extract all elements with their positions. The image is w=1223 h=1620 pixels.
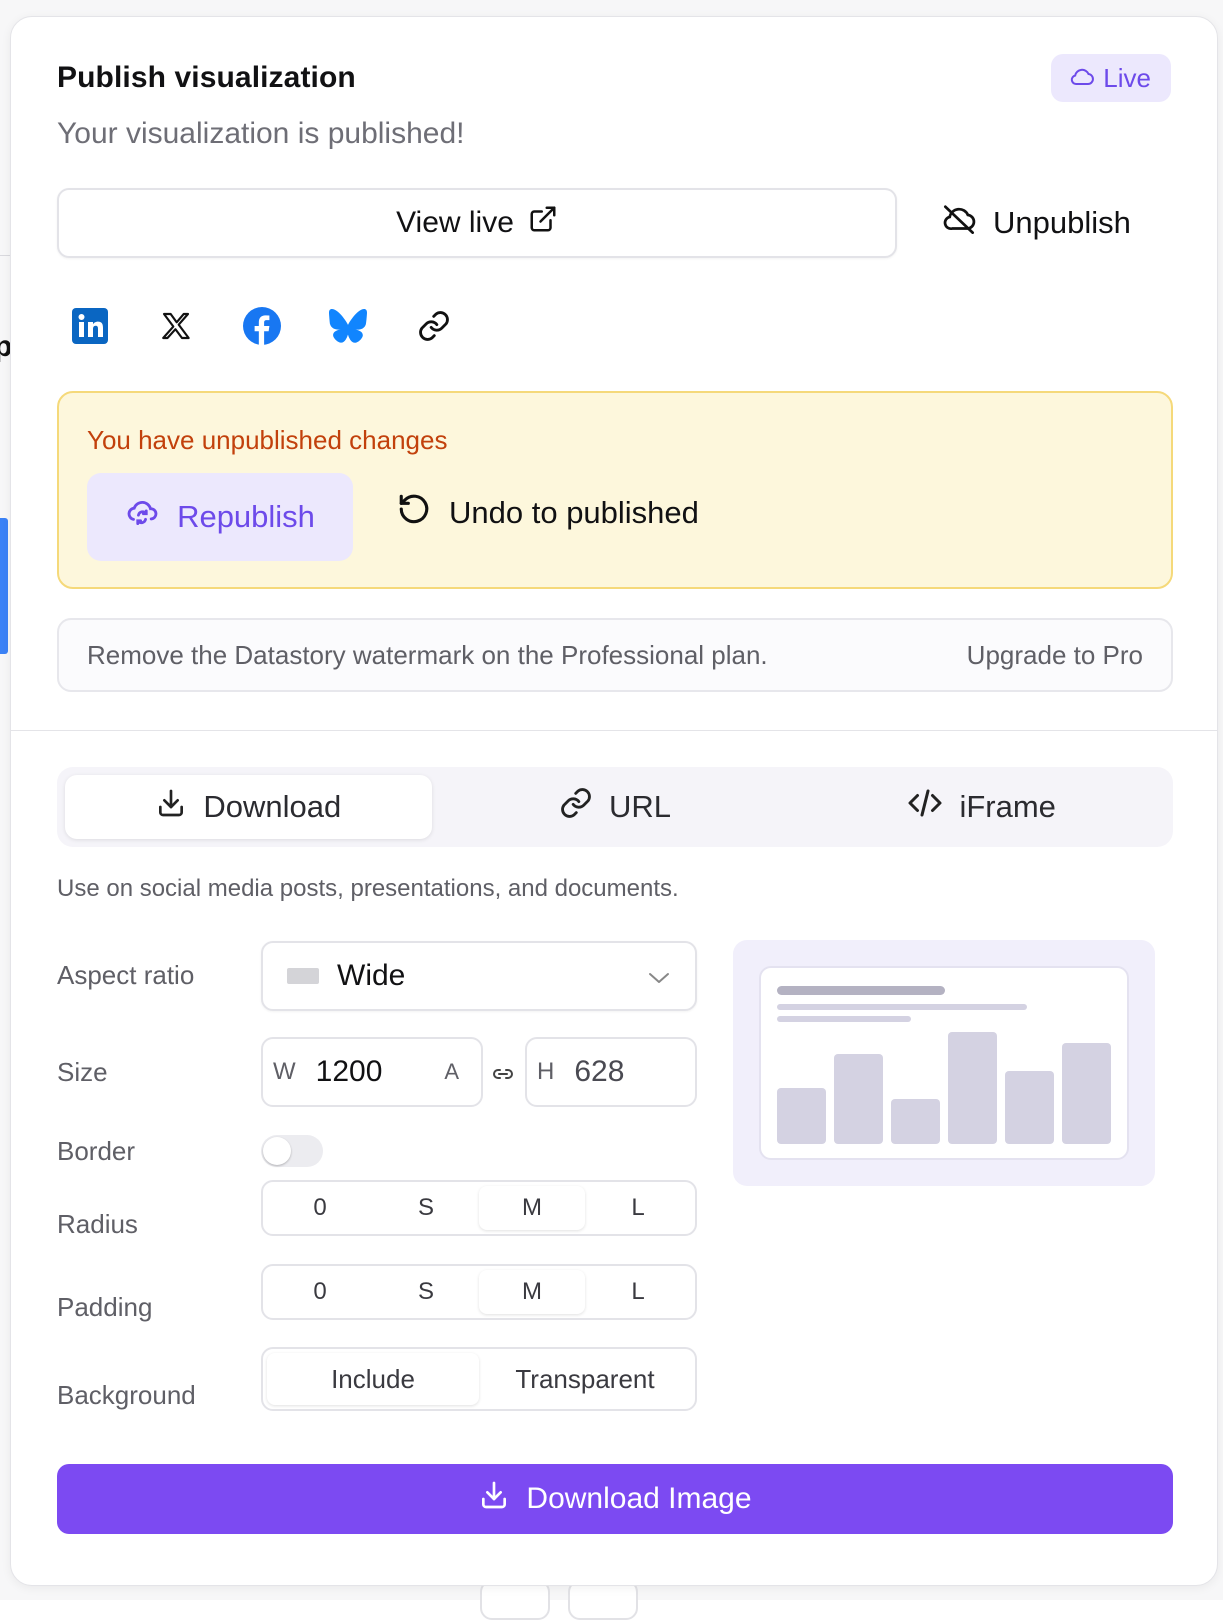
- copy-link-icon[interactable]: [415, 307, 453, 345]
- tab-iframe-label: iFrame: [959, 789, 1056, 824]
- padding-option-l[interactable]: L: [585, 1270, 691, 1314]
- backdrop-accent-bar: [0, 518, 8, 654]
- radius-segmented-control: 0 S M L: [261, 1180, 697, 1236]
- bluesky-icon[interactable]: [329, 307, 367, 345]
- aspect-ratio-swatch-icon: [287, 968, 319, 984]
- linkedin-icon[interactable]: [71, 307, 109, 345]
- background-label: Background: [57, 1380, 196, 1410]
- padding-label: Padding: [57, 1292, 153, 1322]
- width-input[interactable]: W 1200 A: [261, 1037, 483, 1107]
- republish-button[interactable]: Republish: [87, 473, 353, 561]
- border-label: Border: [57, 1136, 136, 1166]
- unpublish-button[interactable]: Unpublish: [941, 188, 1131, 258]
- radius-option-0[interactable]: 0: [267, 1186, 373, 1230]
- width-value: 1200: [315, 1055, 383, 1088]
- backdrop-divider: [0, 255, 10, 256]
- cloud-icon: [1069, 63, 1095, 94]
- live-badge-label: Live: [1103, 62, 1151, 93]
- padding-segmented-control: 0 S M L: [261, 1264, 697, 1320]
- unpublished-changes-message: You have unpublished changes: [87, 425, 448, 455]
- background-option-include[interactable]: Include: [267, 1353, 479, 1405]
- preview-chart-thumbnail: [777, 986, 1111, 1144]
- tab-url-label: URL: [609, 789, 672, 824]
- lock-ratio-link-icon[interactable]: [491, 1062, 515, 1086]
- share-row: [71, 307, 453, 345]
- backdrop-control[interactable]: [568, 1580, 638, 1620]
- undo-label: Undo to published: [449, 495, 699, 530]
- view-live-button[interactable]: View live: [57, 188, 897, 258]
- tab-url[interactable]: URL: [432, 775, 799, 839]
- live-status-badge: Live: [1051, 54, 1171, 102]
- aspect-ratio-value: Wide: [337, 959, 406, 992]
- republish-icon: [125, 496, 159, 538]
- height-input[interactable]: H 628: [525, 1037, 697, 1107]
- radius-option-m[interactable]: M: [479, 1186, 585, 1230]
- preview-card: [759, 966, 1129, 1160]
- undo-icon: [397, 492, 431, 534]
- export-tabs: Download URL iFrame: [57, 767, 1173, 847]
- border-toggle[interactable]: [261, 1135, 323, 1167]
- radius-label: Radius: [57, 1209, 138, 1239]
- external-link-icon: [528, 204, 558, 242]
- upgrade-to-pro-link[interactable]: Upgrade to Pro: [967, 640, 1143, 671]
- panel-title: Publish visualization: [57, 61, 356, 94]
- tab-iframe[interactable]: iFrame: [798, 775, 1165, 839]
- republish-label: Republish: [177, 499, 315, 534]
- code-icon: [907, 788, 943, 826]
- x-icon[interactable]: [157, 307, 195, 345]
- link-icon: [559, 786, 593, 828]
- watermark-upsell: Remove the Datastory watermark on the Pr…: [57, 618, 1173, 692]
- section-divider: [11, 730, 1217, 731]
- image-preview: [733, 940, 1155, 1186]
- chevron-down-icon: [647, 959, 671, 993]
- border-toggle-knob: [263, 1137, 291, 1165]
- tab-download-label: Download: [203, 789, 342, 824]
- watermark-message: Remove the Datastory watermark on the Pr…: [87, 639, 768, 670]
- backdrop-control[interactable]: [480, 1580, 550, 1620]
- download-icon: [155, 787, 187, 827]
- padding-option-s[interactable]: S: [373, 1270, 479, 1314]
- padding-option-m[interactable]: M: [479, 1270, 585, 1314]
- background-segmented-control: Include Transparent: [261, 1347, 697, 1411]
- height-value: 628: [574, 1055, 625, 1088]
- unpublished-changes-alert: You have unpublished changes Republish U…: [57, 391, 1173, 589]
- unpublish-label: Unpublish: [993, 205, 1131, 240]
- width-auto-suffix: A: [444, 1059, 459, 1084]
- radius-option-s[interactable]: S: [373, 1186, 479, 1230]
- download-icon: [478, 1479, 510, 1519]
- background-option-transparent[interactable]: Transparent: [479, 1353, 691, 1405]
- view-live-label: View live: [396, 206, 514, 239]
- download-image-button[interactable]: Download Image: [57, 1464, 1173, 1534]
- download-hint: Use on social media posts, presentations…: [57, 875, 679, 902]
- undo-to-published-button[interactable]: Undo to published: [397, 473, 699, 553]
- tab-download[interactable]: Download: [65, 775, 432, 839]
- width-prefix: W: [273, 1058, 296, 1085]
- cloud-off-icon: [941, 204, 977, 242]
- aspect-ratio-label: Aspect ratio: [57, 960, 195, 990]
- facebook-icon[interactable]: [243, 307, 281, 345]
- radius-option-l[interactable]: L: [585, 1186, 691, 1230]
- aspect-ratio-select[interactable]: Wide: [261, 941, 697, 1011]
- height-prefix: H: [537, 1058, 555, 1085]
- padding-option-0[interactable]: 0: [267, 1270, 373, 1314]
- panel-subtitle: Your visualization is published!: [57, 117, 465, 150]
- download-image-label: Download Image: [526, 1482, 752, 1515]
- size-label: Size: [57, 1057, 108, 1087]
- publish-panel: Publish visualization Your visualization…: [10, 16, 1218, 1586]
